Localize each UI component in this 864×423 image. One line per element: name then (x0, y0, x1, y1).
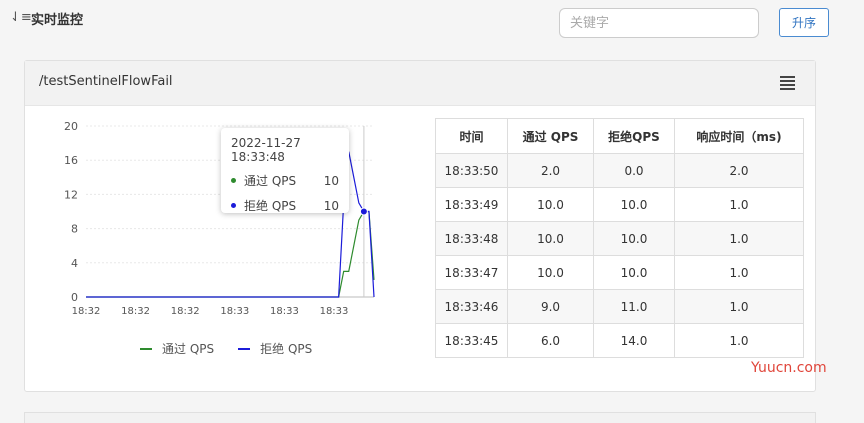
table-cell: 1.0 (674, 289, 804, 324)
table-cell: 10.0 (593, 255, 675, 290)
table-cell: 0.0 (593, 153, 675, 188)
y-tick-label: 20 (64, 120, 78, 133)
chart-legend: 通过 QPS 拒绝 QPS (140, 340, 336, 357)
search-input[interactable] (559, 8, 759, 38)
table-cell: 10.0 (593, 221, 675, 256)
table-cell: 10.0 (507, 221, 594, 256)
column-header: 拒绝QPS (593, 118, 675, 154)
table-cell: 2.0 (674, 153, 804, 188)
table-cell: 18:33:50 (435, 153, 508, 188)
tooltip-row-name: 拒绝 QPS (244, 199, 297, 213)
chart-tooltip: 2022-11-27 18:33:48 通过 QPS 10 拒绝 QPS 10 (221, 128, 349, 213)
qps-table: 时间 通过 QPS 拒绝QPS 响应时间（ms) 18:33:50 2.0 0.0 2… (435, 118, 804, 358)
legend-item-block[interactable]: 拒绝 QPS (238, 340, 312, 357)
column-header: 时间 (435, 118, 508, 154)
table-cell: 1.0 (674, 187, 804, 222)
sort-descending-icon: ⇃≡ (10, 10, 32, 25)
column-header: 响应时间（ms) (674, 118, 804, 154)
table-cell: 18:33:46 (435, 289, 508, 324)
table-cell: 2.0 (507, 153, 594, 188)
table-row: 18:33:46 9.0 11.0 1.0 (435, 289, 804, 324)
x-tick-label: 18:33 (270, 306, 299, 317)
y-tick-label: 8 (71, 223, 78, 236)
legend-line-icon (238, 347, 251, 350)
tooltip-row-block: 拒绝 QPS 10 (231, 197, 339, 214)
tooltip-row-value: 10 (323, 198, 339, 213)
table-row: 18:33:50 2.0 0.0 2.0 (435, 153, 804, 188)
table-cell: 14.0 (593, 323, 675, 358)
pass-dot-icon (231, 178, 236, 183)
y-tick-label: 4 (71, 257, 78, 270)
hover-point (359, 207, 368, 216)
table-cell: 18:33:47 (435, 255, 508, 290)
table-cell: 18:33:48 (435, 221, 508, 256)
table-cell: 11.0 (593, 289, 675, 324)
table-row: 18:33:48 10.0 10.0 1.0 (435, 221, 804, 256)
legend-line-icon (140, 347, 152, 350)
legend-label: 拒绝 QPS (260, 342, 313, 356)
legend-label: 通过 QPS (162, 342, 215, 356)
legend-item-pass[interactable]: 通过 QPS (140, 340, 214, 357)
y-tick-label: 0 (71, 291, 78, 304)
table-cell: 10.0 (593, 187, 675, 222)
page-title: 实时监控 (31, 13, 84, 28)
table-cell: 1.0 (674, 221, 804, 256)
x-tick-label: 18:32 (121, 306, 150, 317)
table-cell: 1.0 (674, 255, 804, 290)
y-tick-label: 12 (64, 188, 78, 201)
monitor-page: ⇃≡ 实时监控 升序 /testSentinelFlowFail 20 16 12 8… (0, 0, 864, 423)
x-tick-label: 18:32 (72, 306, 101, 317)
table-row: 18:33:47 10.0 10.0 1.0 (435, 255, 804, 290)
sort-ascending-button[interactable]: 升序 (779, 8, 829, 37)
table-cell: 10.0 (507, 255, 594, 290)
y-tick-label: 16 (64, 154, 78, 167)
tooltip-row-name: 通过 QPS (244, 174, 297, 188)
table-row: 18:33:49 10.0 10.0 1.0 (435, 187, 804, 222)
tooltip-row-pass: 通过 QPS 10 (231, 172, 339, 189)
series-line (86, 210, 375, 298)
table-cell: 10.0 (507, 187, 594, 222)
resource-title: /testSentinelFlowFail (39, 74, 173, 89)
x-tick-label: 18:33 (220, 306, 249, 317)
table-cell: 9.0 (507, 289, 594, 324)
table-cell: 1.0 (674, 323, 804, 358)
table-cell: 6.0 (507, 323, 594, 358)
card-header: /testSentinelFlowFail (25, 61, 815, 106)
tooltip-row-value: 10 (323, 173, 339, 188)
table-cell: 18:33:45 (435, 323, 508, 358)
next-resource-card (24, 412, 816, 423)
table-header-row: 时间 通过 QPS 拒绝QPS 响应时间（ms) (435, 118, 804, 154)
watermark: Yuucn.com (751, 360, 827, 376)
table-row: 18:33:45 6.0 14.0 1.0 (435, 323, 804, 358)
block-dot-icon (231, 203, 236, 208)
hamburger-menu-icon[interactable] (780, 76, 795, 90)
table-cell: 18:33:49 (435, 187, 508, 222)
column-header: 通过 QPS (507, 118, 594, 154)
x-tick-label: 18:32 (171, 306, 200, 317)
x-tick-label: 18:33 (320, 306, 349, 317)
tooltip-time: 2022-11-27 18:33:48 (231, 136, 301, 164)
